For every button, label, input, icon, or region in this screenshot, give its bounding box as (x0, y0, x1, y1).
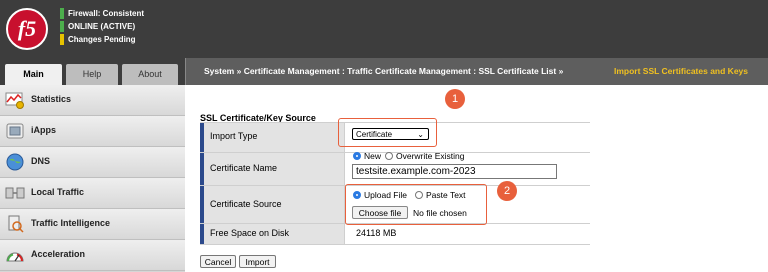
status-indicator-changes (60, 34, 64, 45)
breadcrumb-path[interactable]: System » Certificate Management : Traffi… (204, 66, 563, 76)
import-button[interactable]: Import (239, 255, 276, 268)
local-traffic-icon (5, 187, 25, 199)
tab-about[interactable]: About (122, 64, 178, 85)
traffic-intelligence-icon (8, 215, 24, 233)
sidebar-item-dns[interactable]: DNS (0, 147, 185, 178)
row-free-space: Free Space on Disk 24118 MB (200, 224, 590, 244)
status-indicator-online (60, 21, 64, 32)
sidebar-item-iapps[interactable]: iApps (0, 116, 185, 147)
sidebar-item-local-traffic[interactable]: Local Traffic (0, 178, 185, 209)
radio-new-label: New (364, 151, 382, 161)
sidebar: Statistics iApps DNS Local Traffic Traff… (0, 85, 185, 272)
radio-overwrite-label: Overwrite Existing (396, 151, 465, 161)
top-banner: f5 Firewall: Consistent ONLINE (ACTIVE) … (0, 0, 768, 58)
breadcrumb-current: Import SSL Certificates and Keys (614, 66, 748, 76)
status-line-online: ONLINE (ACTIVE) (60, 20, 144, 33)
status-indicator-firewall (60, 8, 64, 19)
table-bottom-border (200, 244, 590, 245)
iapps-icon (6, 123, 24, 139)
annotation-badge-1: 1 (445, 89, 465, 109)
highlight-box-2 (345, 184, 487, 225)
sidebar-item-traffic-intelligence[interactable]: Traffic Intelligence (0, 209, 185, 240)
sidebar-item-statistics[interactable]: Statistics (0, 85, 185, 116)
dns-icon (6, 153, 24, 171)
system-status: Firewall: Consistent ONLINE (ACTIVE) Cha… (60, 7, 144, 46)
status-line-firewall: Firewall: Consistent (60, 7, 144, 20)
statistics-icon (5, 92, 24, 109)
acceleration-icon (6, 252, 24, 262)
sidebar-item-acceleration[interactable]: Acceleration (0, 240, 185, 271)
cancel-button[interactable]: Cancel (200, 255, 236, 268)
free-space-value: 24118 MB (356, 228, 397, 238)
certificate-name-input[interactable]: testsite.example.com-2023 (352, 164, 557, 179)
radio-overwrite-existing[interactable] (385, 152, 393, 160)
radio-new[interactable] (353, 152, 361, 160)
highlight-box-1 (338, 118, 437, 147)
annotation-badge-2: 2 (497, 181, 517, 201)
breadcrumb: System » Certificate Management : Traffi… (185, 58, 768, 85)
tab-main[interactable]: Main (5, 64, 62, 85)
tab-bar: Main Help About (0, 58, 185, 85)
status-line-changes[interactable]: Changes Pending (60, 33, 144, 46)
tab-help[interactable]: Help (66, 64, 118, 85)
f5-logo: f5 (6, 8, 48, 50)
